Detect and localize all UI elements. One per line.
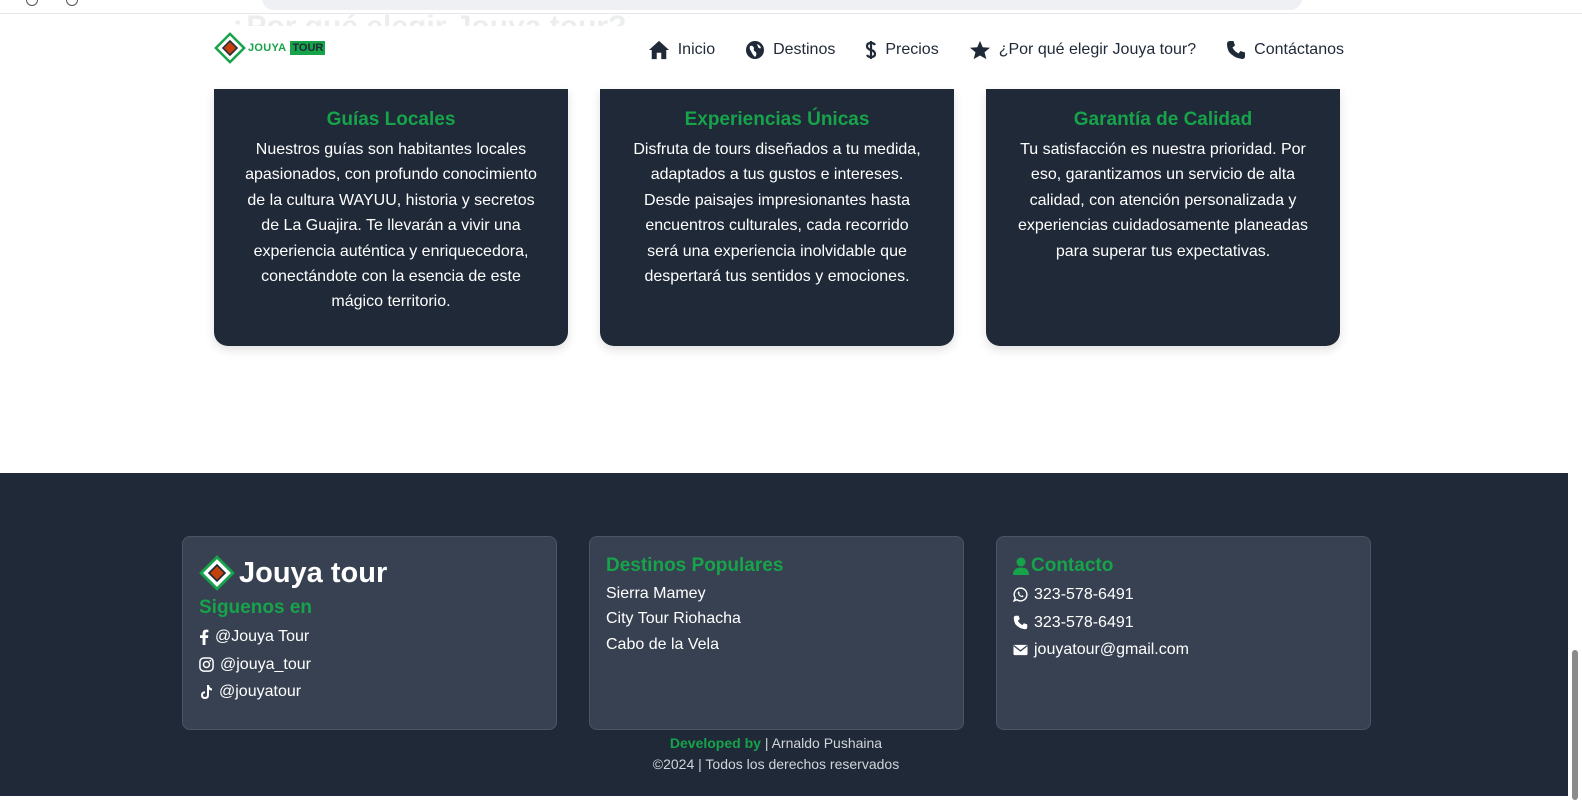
dollar-icon <box>866 41 877 59</box>
developer-line: Developed by | Arnaldo Pushaina <box>0 733 1552 754</box>
contact-label: 323-578-6491 <box>1034 613 1134 631</box>
star-icon <box>969 40 990 60</box>
nav-link-contacto[interactable]: Contáctanos <box>1226 40 1344 60</box>
logo[interactable]: JOUYA TOUR <box>214 32 326 64</box>
social-label: @jouyatour <box>219 683 302 700</box>
footer-contact-column: Contacto 323-578-6491 323-578-6491 jouya… <box>996 536 1371 730</box>
features-section: Guías Locales Nuestros guías son habitan… <box>214 89 1340 346</box>
contact-label: jouyatour@gmail.com <box>1034 641 1189 658</box>
social-link-facebook[interactable]: @Jouya Tour <box>199 623 540 651</box>
footer-brand: Jouya tour <box>199 555 540 591</box>
contact-label: 323-578-6491 <box>1034 586 1134 603</box>
nav-link-label: ¿Por qué elegir Jouya tour? <box>998 41 1197 58</box>
contact-whatsapp[interactable]: 323-578-6491 <box>1013 581 1354 609</box>
social-link-instagram[interactable]: @jouya_tour <box>199 651 540 679</box>
contact-heading: Contacto <box>1013 555 1354 577</box>
card-text: Nuestros guías son habitantes locales ap… <box>245 141 537 311</box>
logo-text: JOUYA <box>248 42 287 54</box>
card-text: Tu satisfacción es nuestra prioridad. Po… <box>1018 141 1308 260</box>
nav-link-label: Inicio <box>677 41 716 58</box>
nav-link-label: Contáctanos <box>1254 41 1344 58</box>
developed-by-label: Developed by <box>669 735 761 751</box>
back-icon[interactable] <box>26 0 38 6</box>
copyright: ©2024 | Todos los derechos reservados <box>652 756 900 772</box>
feature-card: Experiencias Únicas Disfruta de tours di… <box>600 89 954 346</box>
user-icon <box>1013 557 1029 575</box>
address-bar[interactable] <box>262 0 1302 10</box>
nav-link-inicio[interactable]: Inicio <box>648 40 715 60</box>
destination-link[interactable]: City Tour Riohacha <box>606 606 947 631</box>
footer: Jouya tour Siguenos en @Jouya Tour @jouy… <box>0 473 1568 796</box>
destination-link[interactable]: Sierra Mamey <box>606 581 947 606</box>
navbar: JOUYA TOUR Inicio Destinos Precios ¿Por … <box>214 26 1344 76</box>
social-link-tiktok[interactable]: @jouyatour <box>199 678 540 706</box>
envelope-icon <box>1013 644 1028 655</box>
whatsapp-icon <box>1013 587 1028 603</box>
nav-link-por-que[interactable]: ¿Por qué elegir Jouya tour? <box>969 40 1196 60</box>
reload-icon[interactable] <box>66 0 78 6</box>
page-scrollbar[interactable] <box>1568 14 1582 800</box>
social-label: @Jouya Tour <box>215 628 310 645</box>
facebook-icon <box>200 629 209 645</box>
feature-card: Garantía de Calidad Tu satisfacción es n… <box>986 89 1340 346</box>
tiktok-icon <box>201 684 212 699</box>
contact-heading-label: Contacto <box>1031 555 1114 576</box>
phone-icon <box>1013 615 1028 629</box>
destination-link[interactable]: Cabo de la Vela <box>606 632 947 657</box>
social-label: @jouya_tour <box>220 655 311 673</box>
card-title: Garantía de Calidad <box>1073 109 1253 130</box>
nav-link-label: Precios <box>885 41 939 58</box>
footer-destinations-column: Destinos Populares Sierra Mamey City Tou… <box>589 536 964 730</box>
social-heading: Siguenos en <box>199 597 312 618</box>
footer-brand-column: Jouya tour Siguenos en @Jouya Tour @jouy… <box>182 536 557 730</box>
nav-link-label: Destinos <box>773 41 836 58</box>
card-title: Experiencias Únicas <box>684 109 870 130</box>
globe-icon <box>746 41 765 59</box>
footer-brand-name: Jouya tour <box>239 556 388 589</box>
developer-name: | Arnaldo Pushaina <box>764 735 883 751</box>
card-title: Guías Locales <box>326 109 456 130</box>
home-icon <box>648 40 669 60</box>
card-text: Disfruta de tours diseñados a tu medida,… <box>633 141 921 286</box>
phone-icon <box>1227 41 1246 59</box>
logo-diamond-icon <box>199 555 235 591</box>
contact-email[interactable]: jouyatour@gmail.com <box>1013 636 1354 664</box>
destinations-heading: Destinos Populares <box>606 555 784 576</box>
feature-card: Guías Locales Nuestros guías son habitan… <box>214 89 568 346</box>
logo-diamond-icon <box>214 32 246 64</box>
footer-credits: Developed by | Arnaldo Pushaina ©2024 | … <box>0 733 1552 775</box>
nav-menu: Inicio Destinos Precios ¿Por qué elegir … <box>648 40 1344 60</box>
logo-badge: TOUR <box>290 41 326 55</box>
instagram-icon <box>199 656 214 672</box>
nav-link-destinos[interactable]: Destinos <box>745 40 835 60</box>
contact-phone[interactable]: 323-578-6491 <box>1013 609 1354 637</box>
scrollbar-thumb[interactable] <box>1572 650 1578 800</box>
nav-link-precios[interactable]: Precios <box>865 40 939 60</box>
